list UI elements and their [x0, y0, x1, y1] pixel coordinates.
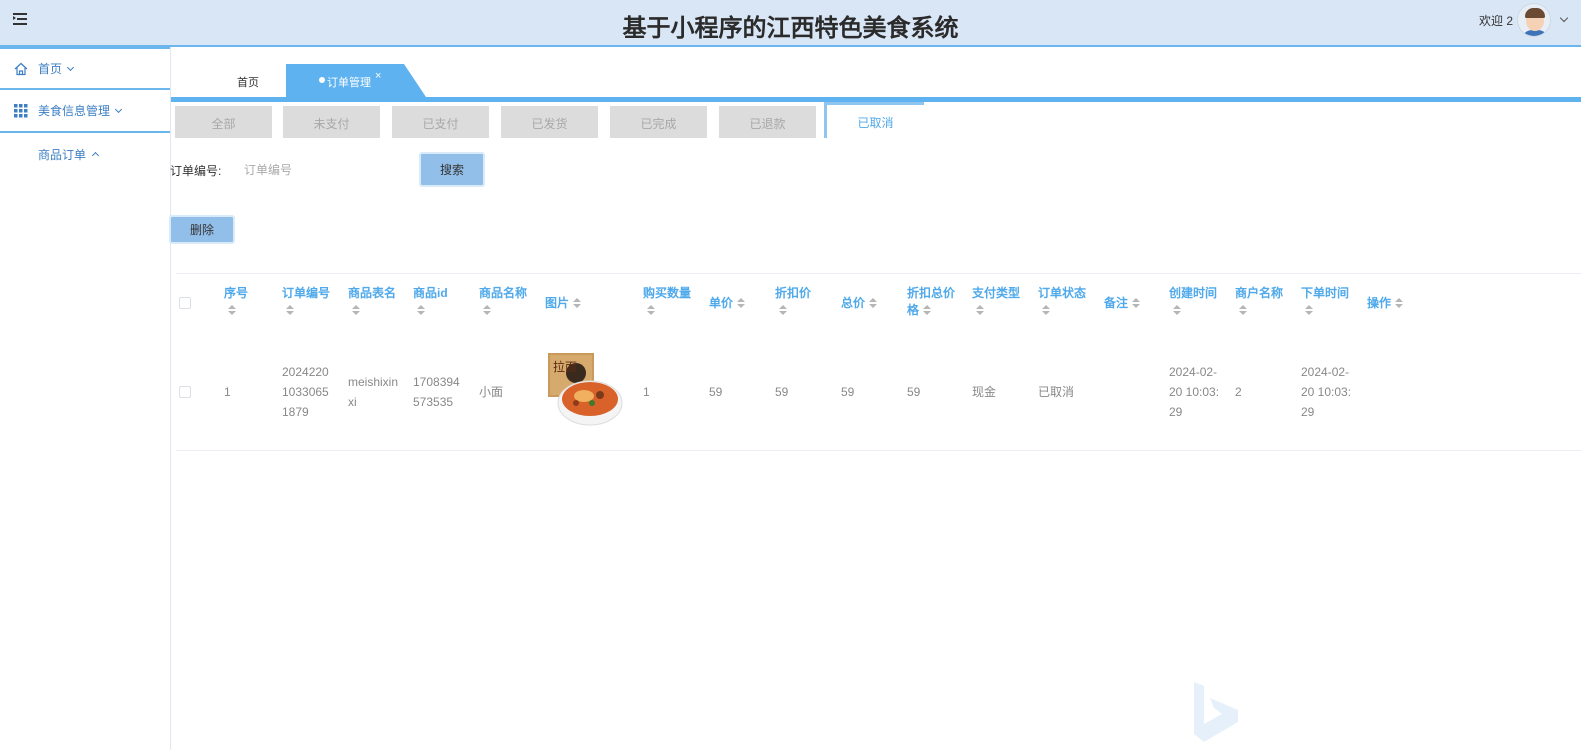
column-header[interactable]: 商户名称: [1235, 285, 1283, 316]
orders-table: 序号 订单编号 商品表名 商品id 商品名称 图片 购买数量 单价 折扣价 总价…: [176, 273, 1581, 451]
column-header[interactable]: 下单时间: [1301, 285, 1349, 316]
sidebar-subitem-goods-order[interactable]: 商品订单: [0, 133, 170, 175]
column-header[interactable]: 序号: [224, 285, 248, 316]
cell-pay-type: 现金: [972, 385, 997, 399]
top-header: 基于小程序的江西特色美食系统 欢迎 2: [0, 0, 1581, 47]
chevron-down-icon: [114, 105, 123, 113]
status-tab-refunded[interactable]: 已退款: [716, 102, 816, 138]
sidebar-item-food-info[interactable]: 美食信息管理: [0, 90, 170, 133]
sidebar-item-home[interactable]: 首页: [0, 47, 170, 90]
column-header[interactable]: 折扣价: [775, 285, 811, 316]
sidebar-item-label: 首页: [38, 62, 63, 76]
column-header[interactable]: 商品表名: [348, 285, 396, 316]
cell-order-no: 2024220 1033065 1879: [282, 365, 329, 419]
cell-order-time: 2024-02- 20 10:03: 29: [1301, 365, 1352, 419]
search-button[interactable]: 搜索: [419, 152, 485, 187]
tab-home[interactable]: 首页: [237, 74, 259, 90]
status-tab-paid[interactable]: 已支付: [389, 102, 489, 138]
goods-image[interactable]: 拉面: [548, 351, 626, 429]
order-number-input[interactable]: [236, 156, 406, 184]
column-header[interactable]: 支付类型: [972, 285, 1020, 316]
column-header[interactable]: 操作: [1367, 295, 1404, 312]
active-dot: [319, 77, 325, 83]
column-header[interactable]: 订单编号: [282, 285, 330, 316]
chevron-down-icon: [66, 63, 75, 71]
cell-status: 已取消: [1038, 385, 1075, 399]
avatar[interactable]: [1517, 3, 1551, 37]
column-header[interactable]: 创建时间: [1169, 285, 1217, 316]
app-title: 基于小程序的江西特色美食系统: [622, 14, 959, 42]
user-menu[interactable]: 欢迎 2: [1478, 3, 1569, 37]
search-label: 订单编号:: [170, 164, 222, 178]
status-tab-unpaid[interactable]: 未支付: [280, 102, 380, 138]
column-header[interactable]: 单价: [709, 295, 746, 312]
close-icon[interactable]: ×: [375, 70, 381, 82]
sidebar-subitem-label: 商品订单: [38, 147, 87, 162]
chevron-up-icon: [91, 151, 100, 160]
tab-label: 订单管理: [327, 77, 371, 89]
cell-goods-name: 小面: [479, 385, 504, 399]
column-header[interactable]: 备注: [1104, 295, 1141, 312]
status-tab-shipped[interactable]: 已发货: [498, 102, 598, 138]
cell-created-time: 2024-02- 20 10:03: 29: [1169, 365, 1220, 419]
row-checkbox[interactable]: [179, 386, 191, 398]
cell-goods-id: 1708394 573535: [413, 375, 460, 409]
cell-merchant: 2: [1235, 385, 1242, 399]
status-tab-all[interactable]: 全部: [172, 102, 272, 138]
tab-order-management[interactable]: 订单管理 ×: [286, 64, 426, 97]
cell-table-name: meishixin xi: [348, 375, 399, 409]
welcome-text: 欢迎 2: [1478, 13, 1513, 28]
bing-logo-icon: [1188, 680, 1252, 744]
cell-quantity: 1: [643, 385, 650, 399]
chevron-down-icon[interactable]: [1559, 13, 1569, 23]
column-header[interactable]: 商品名称: [479, 285, 527, 316]
grid-icon: [14, 103, 28, 118]
column-header[interactable]: 折扣总价格: [907, 285, 963, 319]
column-header[interactable]: 总价: [841, 295, 878, 312]
home-icon: [14, 62, 28, 76]
status-tabs: 全部 未支付 已支付 已发货 已完成 已退款 已取消: [171, 102, 931, 139]
sidebar: 首页 美食信息管理 商品订单: [0, 47, 171, 750]
status-tab-cancelled[interactable]: 已取消: [824, 102, 924, 138]
column-header[interactable]: 图片: [545, 295, 582, 312]
cell-discount-price: 59: [775, 385, 789, 399]
column-header[interactable]: 购买数量: [643, 285, 691, 316]
sidebar-item-label: 美食信息管理: [38, 104, 111, 118]
cell-total: 59: [841, 385, 855, 399]
cell-discount-total: 59: [907, 385, 921, 399]
cell-price: 59: [709, 385, 723, 399]
column-header[interactable]: 商品id: [413, 285, 448, 316]
image-text: 拉面: [553, 359, 577, 374]
select-all-checkbox[interactable]: [179, 297, 191, 309]
column-header[interactable]: 订单状态: [1038, 285, 1086, 316]
cell-index: 1: [224, 385, 231, 399]
delete-button[interactable]: 删除: [169, 215, 235, 244]
tab-bar: 首页 订单管理 ×: [171, 62, 1581, 102]
status-tab-completed[interactable]: 已完成: [607, 102, 707, 138]
